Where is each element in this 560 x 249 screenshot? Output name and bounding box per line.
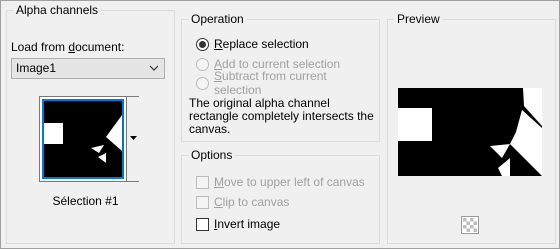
intersection-info-text: The original alpha channel rectangle com… xyxy=(189,96,374,136)
preview-image xyxy=(398,88,542,176)
preview-title: Preview xyxy=(394,12,443,26)
preview-canvas xyxy=(398,88,542,176)
radio-indicator xyxy=(196,37,209,51)
channel-thumbnail xyxy=(42,99,124,179)
radio-indicator xyxy=(196,76,209,90)
caret-down-icon xyxy=(130,136,137,140)
document-select-value: Image1 xyxy=(16,61,57,75)
move-to-upper-left-label: Move to upper left of canvas xyxy=(214,175,365,189)
clip-to-canvas-label: Clip to canvas xyxy=(214,195,290,209)
invert-image-checkbox[interactable]: Invert image xyxy=(196,216,371,232)
selection-name-label: Sélection #1 xyxy=(52,194,119,208)
options-title: Options xyxy=(188,148,236,162)
subtract-from-selection-radio[interactable]: Subtract from current selection xyxy=(196,69,371,97)
chevron-down-icon xyxy=(149,65,159,71)
operation-group: Operation Replace selection Add to curre… xyxy=(181,12,380,142)
load-from-document-label: Load from document: xyxy=(11,40,125,54)
replace-selection-radio[interactable]: Replace selection xyxy=(196,36,371,52)
clip-to-canvas-checkbox[interactable]: Clip to canvas xyxy=(196,194,371,210)
checkbox-box xyxy=(196,217,209,231)
load-alpha-channel-dialog: Alpha channels Load from document: Image… xyxy=(0,0,560,249)
move-to-upper-left-checkbox[interactable]: Move to upper left of canvas xyxy=(196,174,371,190)
checkerboard-icon xyxy=(461,216,479,234)
radio-indicator xyxy=(196,57,209,71)
operation-title: Operation xyxy=(188,12,247,26)
replace-selection-label: Replace selection xyxy=(214,37,309,51)
preview-toggle-button[interactable] xyxy=(461,216,479,234)
checkbox-box xyxy=(196,195,209,209)
thumbnail-dropdown-button[interactable] xyxy=(126,97,139,181)
preview-group: Preview xyxy=(387,12,556,244)
document-select[interactable]: Image1 xyxy=(11,58,165,79)
invert-image-label: Invert image xyxy=(214,217,281,231)
options-group: Options Move to upper left of canvas Cli… xyxy=(181,148,380,244)
checkbox-box xyxy=(196,175,209,189)
subtract-from-selection-label: Subtract from current selection xyxy=(214,69,327,97)
alpha-channels-title: Alpha channels xyxy=(13,3,102,17)
channel-thumbnail-image xyxy=(44,101,122,177)
channel-thumbnail-picker[interactable] xyxy=(39,96,139,182)
